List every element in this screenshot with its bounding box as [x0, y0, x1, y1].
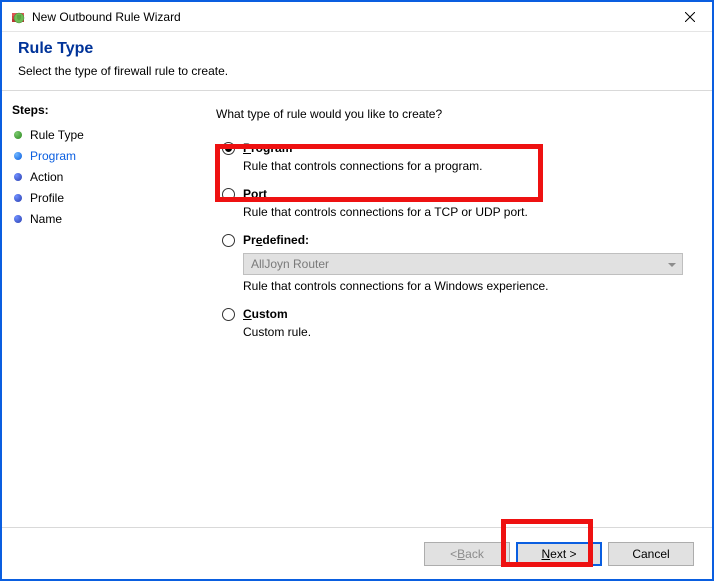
predefined-dropdown[interactable]: AllJoyn Router [243, 253, 683, 275]
radio-predefined-label[interactable]: Predefined: [243, 233, 309, 247]
page-subtitle: Select the type of firewall rule to crea… [18, 64, 696, 78]
radio-port-label[interactable]: Port [243, 187, 267, 201]
back-button: < Back [424, 542, 510, 566]
step-name[interactable]: Name [12, 209, 184, 229]
bullet-icon [14, 215, 22, 223]
content-pane: What type of rule would you like to crea… [194, 91, 712, 521]
wizard-window: New Outbound Rule Wizard Rule Type Selec… [0, 0, 714, 581]
firewall-icon [10, 9, 26, 25]
page-title: Rule Type [18, 40, 696, 58]
close-button[interactable] [668, 2, 712, 32]
step-action[interactable]: Action [12, 167, 184, 187]
radio-program-label[interactable]: Program [243, 141, 292, 155]
option-port: Port Rule that controls connections for … [222, 187, 690, 219]
bullet-icon [14, 173, 22, 181]
option-port-desc: Rule that controls connections for a TCP… [243, 205, 690, 219]
bullet-icon [14, 194, 22, 202]
option-program-desc: Rule that controls connections for a pro… [243, 159, 690, 173]
radio-port[interactable] [222, 188, 235, 201]
option-predefined-desc: Rule that controls connections for a Win… [243, 279, 690, 293]
radio-custom[interactable] [222, 308, 235, 321]
cancel-button[interactable]: Cancel [608, 542, 694, 566]
bullet-icon [14, 152, 22, 160]
chevron-down-icon [668, 263, 676, 267]
steps-title: Steps: [12, 103, 184, 117]
radio-custom-label[interactable]: Custom [243, 307, 288, 321]
option-custom-desc: Custom rule. [243, 325, 690, 339]
footer: < Back Next > Cancel [2, 527, 712, 579]
window-title: New Outbound Rule Wizard [32, 10, 668, 24]
bullet-icon [14, 131, 22, 139]
body: Steps: Rule Type Program Action Profile … [2, 91, 712, 521]
steps-sidebar: Steps: Rule Type Program Action Profile … [2, 91, 194, 521]
step-rule-type[interactable]: Rule Type [12, 125, 184, 145]
titlebar: New Outbound Rule Wizard [2, 2, 712, 32]
radio-predefined[interactable] [222, 234, 235, 247]
option-custom: Custom Custom rule. [222, 307, 690, 339]
header: Rule Type Select the type of firewall ru… [2, 32, 712, 91]
step-profile[interactable]: Profile [12, 188, 184, 208]
pane-question: What type of rule would you like to crea… [216, 107, 690, 121]
radio-program[interactable] [222, 142, 235, 155]
option-predefined: Predefined: AllJoyn Router Rule that con… [222, 233, 690, 293]
step-program[interactable]: Program [12, 146, 184, 166]
next-button[interactable]: Next > [516, 542, 602, 566]
option-program: Program Rule that controls connections f… [222, 141, 690, 173]
